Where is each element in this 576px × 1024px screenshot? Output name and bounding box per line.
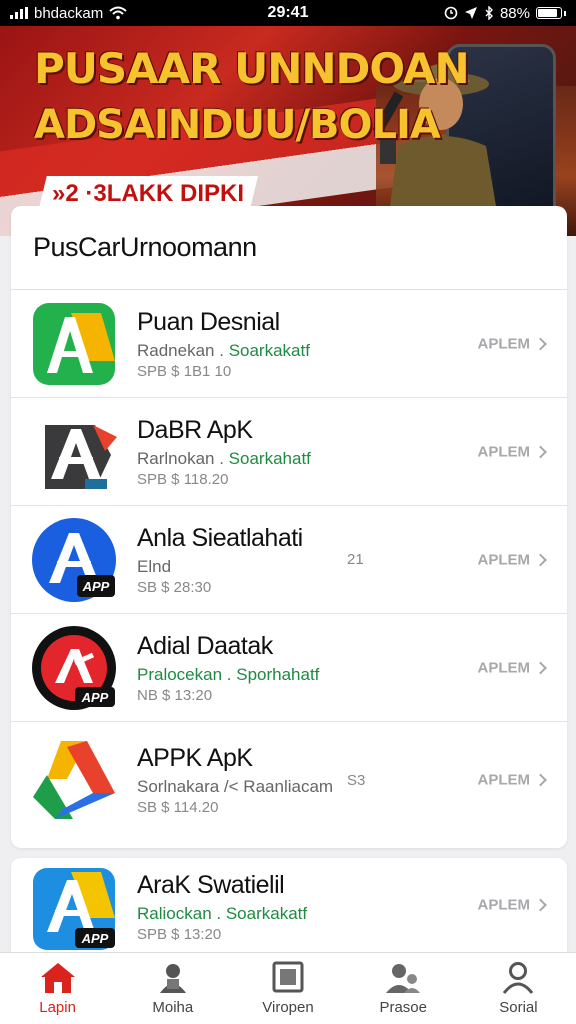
section-title: PusCarUrnoomann xyxy=(11,206,567,290)
list-item[interactable]: APP Anla Sieatlahati Elnd SB $ 28:30 21 … xyxy=(11,506,567,614)
list-item[interactable]: DaBR ApK Rarlnokan . Soarkahatf SPB $ 11… xyxy=(11,398,567,506)
open-button[interactable]: APLEM xyxy=(478,335,547,352)
app-name: Puan Desnial xyxy=(137,307,280,336)
app-name: Anla Sieatlahati xyxy=(137,523,303,552)
open-button[interactable]: APLEM xyxy=(478,897,547,914)
chevron-right-icon xyxy=(534,898,547,912)
tab-moiha[interactable]: Moiha xyxy=(115,953,230,1024)
svg-text:APP: APP xyxy=(81,931,109,946)
app-developer: Pralocekan xyxy=(137,664,223,684)
status-bar: bhdackam 29:41 88% xyxy=(0,0,576,26)
chevron-right-icon xyxy=(534,445,547,458)
battery-icon xyxy=(536,7,562,19)
bluetooth-icon xyxy=(485,6,493,20)
app-meta: NB $ 13:20 xyxy=(137,686,213,704)
open-button[interactable]: APLEM xyxy=(478,443,547,460)
svg-text:APP: APP xyxy=(81,690,109,705)
app-name: DaBR ApK xyxy=(137,415,253,444)
app-meta: SB $ 28:30 xyxy=(137,578,212,596)
a-blue-app-icon: APP xyxy=(32,517,116,602)
chevron-right-icon xyxy=(534,773,547,787)
app-name: APPK ApK xyxy=(137,744,253,772)
tab-home[interactable]: Lapin xyxy=(0,953,115,1024)
app-meta: SB $ 114.20 xyxy=(137,799,219,816)
tab-sorial[interactable]: Sorial xyxy=(461,953,576,1024)
tab-viropen[interactable]: Viropen xyxy=(230,953,345,1024)
open-button[interactable]: APLEM xyxy=(478,659,547,676)
square-frame-icon xyxy=(272,961,304,993)
list-item[interactable]: APPK ApK Sorlnakara /< Raanliacam SB $ 1… xyxy=(11,722,567,838)
a-red-circle-icon: APP xyxy=(32,625,116,710)
tab-prasoe[interactable]: Prasoe xyxy=(346,953,461,1024)
wifi-icon xyxy=(109,6,127,20)
app-extra: 21 xyxy=(347,551,364,568)
banner-headline-1: PUSAAR UNNDOAN xyxy=(34,44,470,93)
app-meta: SPB $ 118.20 xyxy=(137,470,229,488)
svg-text:APP: APP xyxy=(82,579,110,594)
app-list-card: PusCarUrnoomann Puan Desnial Radnekan . … xyxy=(11,206,567,848)
list-item[interactable]: APP Adial Daatak Pralocekan . Sporhahatf… xyxy=(11,614,567,722)
banner-headline-2: ADSAINDUU/BOLIA xyxy=(34,102,441,148)
signal-icon xyxy=(10,7,28,19)
app-developer: Rarlnokan xyxy=(137,448,215,468)
app-category: Soarkakatf xyxy=(225,903,308,923)
app-developer: Raliockan xyxy=(137,903,212,923)
a-green-icon xyxy=(33,302,115,385)
location-icon xyxy=(464,7,477,19)
alarm-icon xyxy=(444,6,458,20)
person-icon xyxy=(503,962,534,994)
chevron-right-icon xyxy=(534,553,547,566)
app-name: AraK Swatielil xyxy=(137,870,285,899)
app-name: Adial Daatak xyxy=(137,631,273,660)
promo-banner[interactable]: PUSAAR UNNDOAN ADSAINDUU/BOLIA »2 ·3LAKK… xyxy=(0,26,576,236)
gdrive-triangle-icon xyxy=(33,741,115,819)
app-list-card-secondary: APP AraK Swatielil Raliockan . Soarkakat… xyxy=(11,858,567,952)
chevron-right-icon xyxy=(534,661,547,674)
bottom-tab-bar: Lapin Moiha Viropen Prasoe Sorial xyxy=(0,952,576,1024)
a-dark-icon xyxy=(45,424,117,489)
status-time: 29:41 xyxy=(267,4,309,21)
list-item[interactable]: APP AraK Swatielil Raliockan . Soarkakat… xyxy=(11,858,567,952)
lock-user-icon xyxy=(159,964,186,993)
app-meta: SPB $ 1B1 10 xyxy=(137,362,232,380)
open-button[interactable]: APLEM xyxy=(478,551,547,568)
battery-percent: 88% xyxy=(499,4,530,22)
open-button[interactable]: APLEM xyxy=(478,772,547,789)
app-developer: Sorlnakara /< Raanliacam xyxy=(137,777,334,796)
app-developer: Radnekan xyxy=(137,340,215,360)
app-meta: SPB $ 13:20 xyxy=(137,925,222,943)
app-developer: Elnd xyxy=(137,556,172,576)
chevron-right-icon xyxy=(534,337,547,350)
app-category: Soarkahatf xyxy=(228,448,311,468)
app-category: Soarkakatf xyxy=(228,340,310,360)
home-icon xyxy=(40,963,75,993)
app-extra: S3 xyxy=(347,771,366,789)
a-blue-yellow-app-icon: APP xyxy=(33,868,115,950)
app-category: Sporhahatf xyxy=(236,664,320,684)
carrier-label: bhdackam xyxy=(34,4,104,22)
list-item[interactable]: Puan Desnial Radnekan . Soarkakatf SPB $… xyxy=(11,290,567,398)
group-icon xyxy=(386,964,421,993)
